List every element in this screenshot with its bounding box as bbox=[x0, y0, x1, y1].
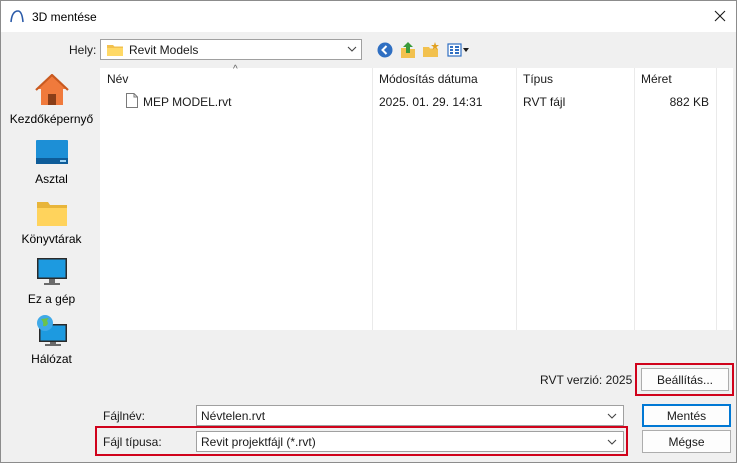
this-pc-icon bbox=[36, 258, 67, 285]
filename-label: Fájlnév: bbox=[103, 409, 146, 423]
place-desktop[interactable]: Asztal bbox=[8, 132, 95, 190]
location-label: Hely: bbox=[69, 43, 97, 57]
file-name: MEP MODEL.rvt bbox=[143, 95, 232, 109]
column-header-type[interactable]: Típus bbox=[523, 68, 635, 90]
libraries-icon bbox=[36, 202, 67, 226]
back-icon bbox=[377, 42, 393, 58]
places-bar: Kezdőképernyő Asztal Könyvtárak Ez a gép… bbox=[8, 68, 95, 391]
place-libraries[interactable]: Könyvtárak bbox=[8, 192, 95, 250]
place-network[interactable]: Hálózat bbox=[8, 312, 95, 370]
network-icon bbox=[36, 315, 67, 346]
place-this-pc[interactable]: Ez a gép bbox=[8, 252, 95, 310]
filetype-label: Fájl típusa: bbox=[103, 435, 162, 449]
location-dropdown[interactable]: Revit Models bbox=[100, 39, 362, 60]
document-icon bbox=[126, 93, 138, 108]
filename-value: Névtelen.rvt bbox=[201, 408, 266, 423]
title-bar: 3D mentése bbox=[1, 1, 736, 32]
back-button[interactable] bbox=[375, 40, 395, 60]
folder-icon bbox=[107, 44, 123, 56]
filetype-value: Revit projektfájl (*.rvt) bbox=[201, 434, 316, 449]
column-header-modified[interactable]: Módosítás dátuma bbox=[379, 68, 516, 90]
save-button[interactable]: Mentés bbox=[642, 404, 731, 427]
new-folder-icon bbox=[423, 42, 439, 57]
place-label: Kezdőképernyő bbox=[9, 112, 94, 126]
filename-input[interactable]: Névtelen.rvt bbox=[196, 405, 624, 426]
file-type: RVT fájl bbox=[523, 95, 566, 109]
up-folder-button[interactable] bbox=[398, 40, 418, 60]
place-home[interactable]: Kezdőképernyő bbox=[8, 72, 95, 130]
close-icon bbox=[714, 10, 726, 22]
place-label: Asztal bbox=[35, 172, 68, 186]
file-modified: 2025. 01. 29. 14:31 bbox=[379, 95, 483, 109]
place-label: Ez a gép bbox=[27, 292, 76, 306]
options-button[interactable]: Beállítás... bbox=[641, 368, 729, 391]
up-folder-icon bbox=[401, 42, 415, 58]
home-icon bbox=[34, 74, 69, 105]
file-size: 882 KB bbox=[669, 95, 709, 109]
window-title: 3D mentése bbox=[32, 10, 97, 24]
close-button[interactable] bbox=[706, 3, 734, 29]
location-value: Revit Models bbox=[129, 42, 199, 57]
revit-arc-icon bbox=[10, 10, 24, 23]
desktop-icon bbox=[35, 140, 68, 164]
save-3d-dialog: 3D mentése Hely: Revit Models Kezdőképer… bbox=[0, 0, 737, 463]
place-label: Könyvtárak bbox=[21, 232, 82, 246]
chevron-down-icon bbox=[607, 439, 617, 445]
chevron-down-icon bbox=[347, 46, 357, 52]
place-label: Hálózat bbox=[31, 352, 72, 366]
filetype-dropdown[interactable]: Revit projektfájl (*.rvt) bbox=[196, 431, 624, 452]
table-row[interactable]: MEP MODEL.rvt 2025. 01. 29. 14:31 RVT fá… bbox=[100, 92, 733, 112]
column-header-size[interactable]: Méret bbox=[641, 68, 716, 90]
view-menu-icon bbox=[447, 43, 469, 57]
column-header-name[interactable]: Név bbox=[107, 68, 369, 90]
file-list[interactable]: ^ Név Módosítás dátuma Típus Méret MEP M… bbox=[100, 64, 733, 330]
cancel-button[interactable]: Mégse bbox=[642, 430, 731, 453]
chevron-down-icon bbox=[607, 413, 617, 419]
rvt-version-label: RVT verzió: 2025 bbox=[540, 373, 633, 387]
view-menu-button[interactable] bbox=[446, 40, 472, 60]
new-folder-button[interactable] bbox=[421, 40, 441, 60]
